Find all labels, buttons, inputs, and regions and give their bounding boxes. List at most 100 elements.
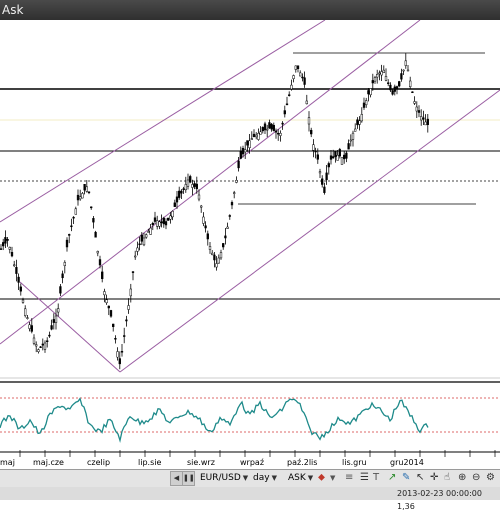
price-bar-body <box>6 239 9 241</box>
cursor-icon[interactable]: ↖ <box>416 471 424 485</box>
zoom-out-icon[interactable]: ⊖ <box>472 471 480 485</box>
text-icon[interactable]: T <box>373 471 379 485</box>
price-bar-body <box>290 84 293 90</box>
price-bar-body <box>28 324 31 329</box>
price-bar-body <box>43 342 47 350</box>
price-bar-body <box>387 82 390 84</box>
channel-mid <box>0 20 421 345</box>
price-bar-body <box>92 218 95 223</box>
price-bar-body <box>204 225 207 229</box>
window-titlebar: Ask <box>0 0 500 20</box>
price-bar-body <box>57 308 60 313</box>
price-bar-body <box>299 72 302 77</box>
price-bar-body <box>68 234 71 236</box>
price-bar-body <box>411 91 414 94</box>
crosshair-icon[interactable]: ✛ <box>430 471 438 485</box>
price-bar-body <box>274 130 278 133</box>
price-bar-body <box>48 334 51 337</box>
price-bar-body <box>208 246 212 250</box>
indicator-icon[interactable]: ⬥ <box>318 471 325 485</box>
price-bar-body <box>327 163 330 168</box>
price-bar-body <box>171 211 174 218</box>
price-bar-body <box>131 271 135 273</box>
price-bar-body <box>79 196 82 200</box>
price-bar-body <box>17 276 20 283</box>
price-bar-body <box>349 139 352 142</box>
price-bar-body <box>404 60 407 66</box>
price-bar-body <box>50 325 53 330</box>
price-bar-body <box>70 225 73 228</box>
price-bar-body <box>59 286 62 294</box>
settings-icon[interactable]: ⚙ <box>486 471 495 485</box>
price-bar-body <box>314 150 317 153</box>
price-bar-body <box>222 243 225 248</box>
price-bar-body <box>94 231 97 238</box>
price-bar-body <box>65 239 69 248</box>
price-bar-body <box>213 254 216 261</box>
price-bar-body <box>153 217 157 222</box>
timeframe-dropdown[interactable]: day ▼ <box>253 472 277 484</box>
price-bar-body <box>180 190 183 194</box>
price-bar-body <box>134 255 137 258</box>
price-bar-body <box>281 122 284 125</box>
list-icon[interactable]: ☰ <box>360 471 369 485</box>
price-bar-body <box>329 155 333 160</box>
price-bar-body <box>380 71 383 76</box>
trend-icon[interactable]: ↗ <box>388 471 396 485</box>
price-bar-body <box>215 263 218 268</box>
price-bar-body <box>98 259 102 266</box>
price-bar-body <box>384 76 388 81</box>
price-bar-body <box>54 315 58 323</box>
price-bar-body <box>149 227 152 235</box>
price-bar-body <box>140 234 143 242</box>
price-bar-body <box>114 338 117 340</box>
chart-area[interactable]: maj maj.cze czelip lip.sie sie.wrz wrpaź… <box>0 20 500 469</box>
price-bar-body <box>228 215 231 217</box>
indicator-dropdown-icon[interactable]: ▼ <box>330 471 335 485</box>
price-bar-body <box>158 221 161 227</box>
price-bar-body <box>233 192 236 194</box>
price-bar-body <box>279 133 282 136</box>
status-text: 2013-02-23 00:00:00 1,36 <box>397 489 482 511</box>
price-bar-body <box>316 154 319 160</box>
price-bar-body <box>10 252 14 257</box>
price-bar-body <box>237 160 240 169</box>
price-bar-body <box>426 118 429 126</box>
price-bar-body <box>61 273 64 279</box>
price-type-dropdown[interactable]: ASK ▼ <box>288 472 313 484</box>
price-bar-body <box>351 132 355 140</box>
x-label-4: lip.sie <box>138 458 161 467</box>
price-bar-body <box>382 69 385 73</box>
lines-icon[interactable]: ≡ <box>345 471 353 485</box>
price-bar-body <box>129 288 132 297</box>
pair-dropdown[interactable]: EUR/USD ▼ <box>200 472 248 484</box>
price-bar-body <box>164 221 168 226</box>
pause-icon[interactable]: ❚❚ <box>182 471 195 486</box>
price-bar-body <box>272 124 275 131</box>
price-bar-body <box>325 172 328 181</box>
price-bar-body <box>336 155 339 161</box>
window-title: Ask <box>2 3 24 17</box>
draw-icon[interactable]: ✎ <box>402 471 410 485</box>
price-bar-body <box>307 117 311 125</box>
price-bar-body <box>343 154 346 160</box>
zoom-in-icon[interactable]: ⊕ <box>458 471 466 485</box>
price-bar-body <box>285 103 289 106</box>
price-bar-body <box>175 196 179 203</box>
price-bar-body <box>21 299 25 303</box>
oscillator-line <box>0 397 429 444</box>
price-bar-body <box>371 80 374 84</box>
price-bar-body <box>46 340 49 342</box>
price-bar-body <box>369 88 372 96</box>
price-bar-body <box>270 123 273 130</box>
price-bar-body <box>277 132 280 135</box>
price-bar-body <box>365 100 368 106</box>
price-bar-body <box>424 121 427 126</box>
price-bar-body <box>107 305 110 309</box>
status-bar: 2013-02-23 00:00:00 1,36 <box>0 487 500 511</box>
price-bar-body <box>356 119 359 126</box>
price-bar-body <box>340 157 344 165</box>
price-bar-body <box>184 184 187 191</box>
pointer-icon[interactable]: ☝ <box>444 471 450 485</box>
chevron-down-icon: ▼ <box>271 474 277 482</box>
